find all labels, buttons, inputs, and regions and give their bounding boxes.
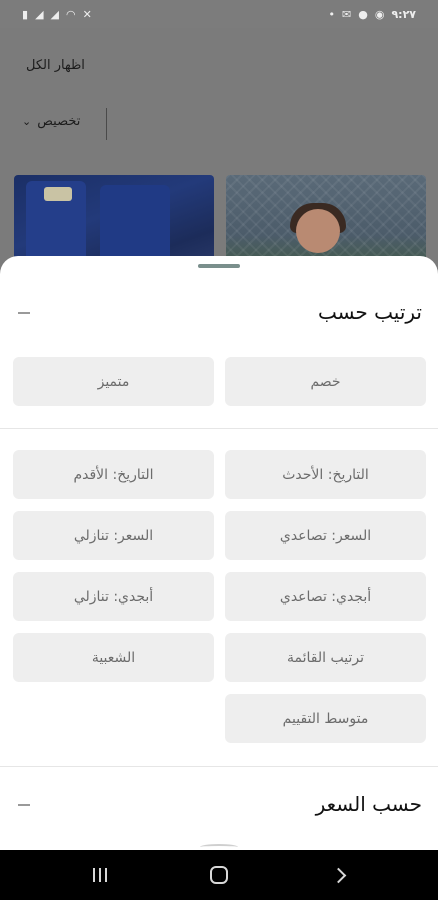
- system-nav-bar: [0, 850, 438, 900]
- sort-bottom-sheet: ترتيب حسب خصم متميز التاريخ: الأحدث التا…: [0, 256, 438, 850]
- chevron-down-icon: ⌄: [22, 115, 32, 128]
- person-face: [296, 209, 340, 253]
- wifi-icon: ◠: [66, 7, 76, 21]
- option-average-rating[interactable]: متوسط التقييم: [225, 694, 426, 743]
- option-alpha-descending[interactable]: أبجدي: تنازلي: [13, 572, 214, 621]
- facebook-icon: ●: [358, 7, 368, 21]
- battery-icon: ▮: [22, 7, 29, 21]
- sort-title: ترتيب حسب: [317, 300, 422, 324]
- option-alpha-ascending[interactable]: أبجدي: تصاعدي: [225, 572, 426, 621]
- option-popularity[interactable]: الشعبية: [13, 633, 214, 682]
- status-left: ▮ ◢ ◢ ◠ ✕: [22, 9, 92, 20]
- option-date-newest[interactable]: التاريخ: الأحدث: [225, 450, 426, 499]
- back-button[interactable]: [308, 855, 368, 895]
- gmail-icon: ✉: [342, 7, 352, 21]
- price-section-header[interactable]: حسب السعر: [0, 786, 438, 826]
- option-date-oldest[interactable]: التاريخ: الأقدم: [13, 450, 214, 499]
- whatsapp-icon: ◉: [374, 7, 385, 21]
- status-right: • ✉ ● ◉ ٩:٢٧: [329, 8, 416, 21]
- drag-handle[interactable]: [198, 264, 240, 268]
- option-price-descending[interactable]: السعر: تنازلي: [13, 511, 214, 560]
- status-time: ٩:٢٧: [391, 7, 416, 21]
- collapse-icon[interactable]: [18, 804, 30, 806]
- option-discount[interactable]: خصم: [225, 357, 426, 406]
- collapse-icon[interactable]: [18, 312, 30, 314]
- option-menu-order[interactable]: ترتيب القائمة: [225, 633, 426, 682]
- mute-icon: ✕: [82, 7, 92, 21]
- status-bar: ▮ ◢ ◢ ◠ ✕ • ✉ ● ◉ ٩:٢٧: [0, 0, 438, 28]
- signal-icon: ◢: [50, 7, 59, 21]
- home-button[interactable]: [189, 855, 249, 895]
- divider: [0, 428, 438, 429]
- option-price-ascending[interactable]: السعر: تصاعدي: [225, 511, 426, 560]
- divider: [106, 108, 107, 140]
- option-featured[interactable]: متميز: [13, 357, 214, 406]
- customize-dropdown[interactable]: ⌄ تخصيص: [22, 114, 80, 129]
- dot-icon: •: [328, 7, 336, 21]
- signal-icon: ◢: [35, 7, 44, 21]
- show-all-link[interactable]: اظهار الكل: [26, 58, 85, 73]
- background-page: اظهار الكل ⌄ تخصيص: [0, 28, 438, 285]
- sort-section-header[interactable]: ترتيب حسب: [0, 294, 438, 334]
- home-icon: [209, 866, 228, 884]
- customize-label: تخصيص: [37, 114, 81, 129]
- chevron-right-icon: [330, 867, 347, 883]
- price-title: حسب السعر: [315, 792, 422, 816]
- divider: [0, 766, 438, 767]
- shirt-logo: [44, 187, 72, 201]
- recents-icon: [92, 868, 107, 882]
- recents-button[interactable]: [70, 855, 130, 895]
